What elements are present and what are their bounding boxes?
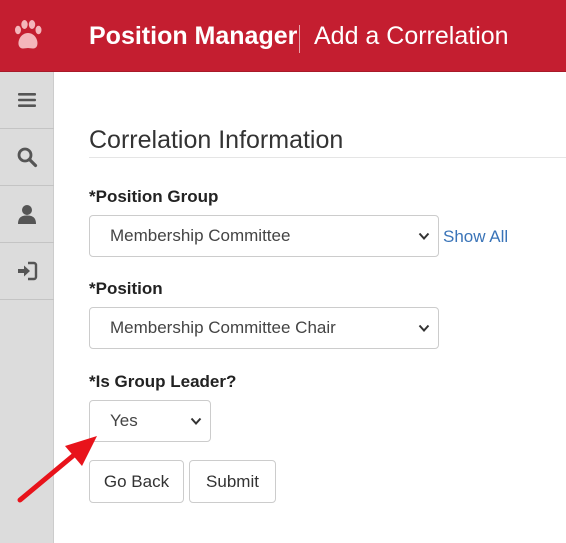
group-leader-label: *Is Group Leader? (89, 372, 237, 391)
sidebar-item-search[interactable] (0, 129, 54, 186)
section-title: Correlation Information (89, 126, 344, 154)
position-group-select[interactable]: Membership Committee (89, 215, 439, 257)
top-header-bar: Position Manager Add a Correlation (0, 0, 566, 72)
user-icon (18, 205, 36, 224)
page-heading: Add a Correlation (314, 22, 509, 50)
chevron-down-icon (190, 417, 202, 425)
go-back-button[interactable]: Go Back (89, 460, 184, 503)
submit-button[interactable]: Submit (189, 460, 276, 503)
position-value: Membership Committee Chair (110, 318, 336, 337)
sidebar-item-login[interactable] (0, 243, 54, 300)
app-title: Position Manager (89, 22, 298, 50)
sidebar-item-menu[interactable] (0, 72, 54, 129)
section-divider (89, 157, 566, 158)
position-label: *Position (89, 279, 163, 298)
group-leader-value: Yes (110, 411, 138, 430)
chevron-down-icon (418, 324, 430, 332)
position-group-value: Membership Committee (110, 226, 291, 245)
hamburger-menu-icon (18, 93, 36, 107)
position-group-label: *Position Group (89, 187, 219, 206)
show-all-link[interactable]: Show All (443, 226, 508, 248)
annotation-arrow (17, 436, 97, 503)
sidebar-item-profile[interactable] (0, 186, 54, 243)
sidebar (0, 72, 54, 543)
search-icon (17, 147, 38, 168)
paw-logo-icon (15, 20, 42, 49)
sign-in-icon (18, 261, 38, 281)
position-select[interactable]: Membership Committee Chair (89, 307, 439, 349)
chevron-down-icon (418, 232, 430, 240)
title-divider (299, 25, 300, 53)
group-leader-select[interactable]: Yes (89, 400, 211, 442)
